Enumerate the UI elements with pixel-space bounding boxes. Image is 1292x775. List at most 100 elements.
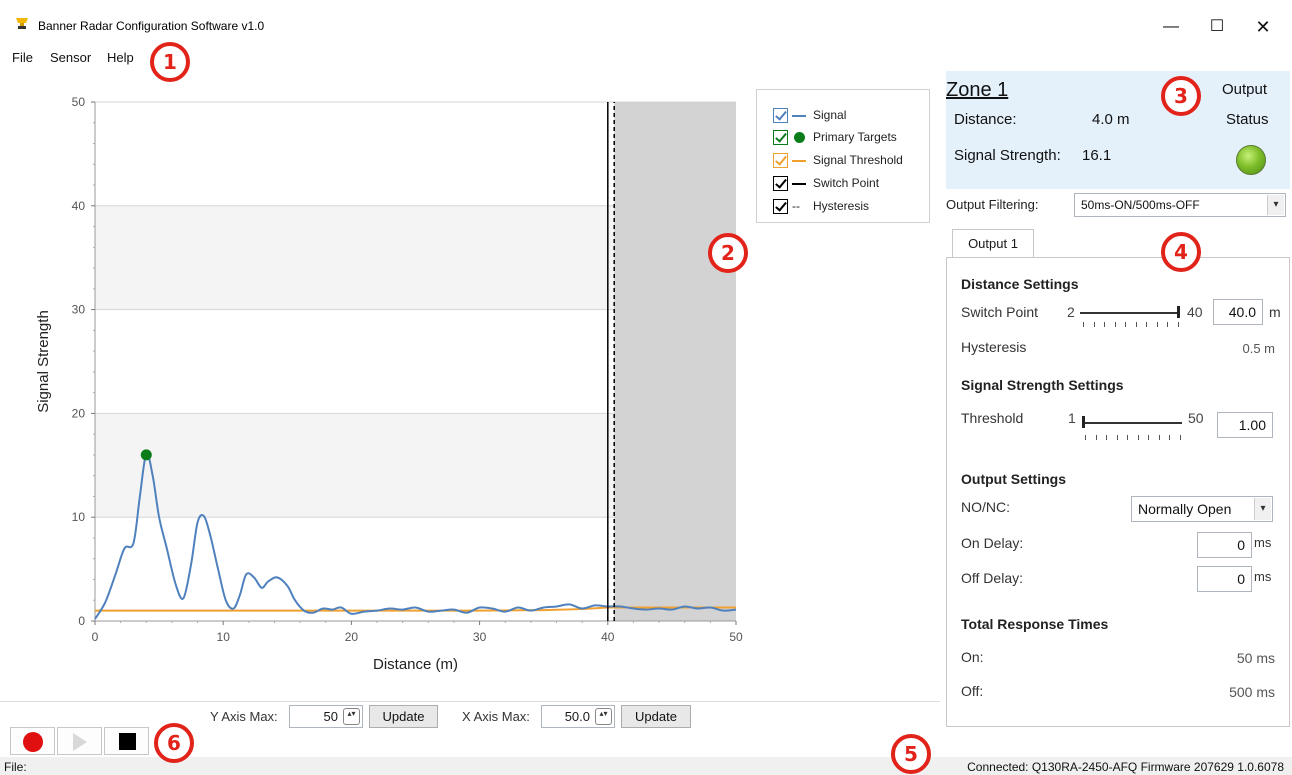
x-axis-label: Distance (m) (373, 656, 458, 673)
switch-point-max: 40 (1187, 304, 1203, 320)
threshold-slider-thumb[interactable] (1082, 416, 1085, 428)
switch-point-ticks (1083, 322, 1179, 327)
legend-hysteresis[interactable]: -- Hysteresis (773, 197, 869, 215)
y-axis-label: Signal Strength (35, 310, 52, 413)
menu-help[interactable]: Help (107, 50, 134, 65)
y-axis-update-button[interactable]: Update (369, 705, 438, 728)
output-filtering-select[interactable]: 50ms-ON/500ms-OFF ▾ (1074, 193, 1286, 217)
menu-file[interactable]: File (12, 50, 33, 65)
output-filtering-row: Output Filtering: 50ms-ON/500ms-OFF ▾ (946, 193, 1290, 219)
play-icon (73, 733, 87, 751)
legend-switch-point[interactable]: Switch Point (773, 174, 879, 192)
status-label: Status (1226, 111, 1269, 128)
legend-signal-swatch (792, 110, 808, 120)
y-tick-label: 20 (72, 406, 86, 420)
chevron-down-icon[interactable]: ▾ (1254, 498, 1271, 520)
slider-tick (1137, 435, 1139, 440)
output-settings-heading: Output Settings (961, 471, 1066, 487)
legend-threshold-checkbox[interactable] (773, 152, 788, 168)
spinner-icon[interactable]: ▴▾ (595, 708, 612, 725)
legend-primary-targets[interactable]: Primary Targets (773, 128, 897, 146)
legend-threshold-label: Signal Threshold (813, 153, 903, 167)
spinner-icon[interactable]: ▴▾ (343, 708, 360, 725)
switch-point-unit: m (1269, 304, 1281, 320)
distance-settings-heading: Distance Settings (961, 276, 1079, 292)
stop-icon (119, 733, 136, 750)
x-axis-update-button[interactable]: Update (621, 705, 691, 728)
slider-tick (1095, 435, 1097, 440)
legend-signal-checkbox[interactable] (773, 107, 788, 123)
record-icon (23, 732, 43, 752)
off-delay-input[interactable]: 0 (1197, 566, 1252, 592)
chevron-down-icon[interactable]: ▾ (1267, 195, 1284, 215)
legend-hysteresis-label: Hysteresis (813, 199, 870, 213)
slider-tick (1093, 322, 1095, 327)
slider-tick (1106, 435, 1107, 440)
record-button[interactable] (10, 727, 55, 755)
switch-point-min: 2 (1067, 304, 1075, 320)
maximize-button[interactable]: ☐ (1194, 12, 1240, 42)
minimize-button[interactable]: — (1148, 12, 1194, 42)
slider-tick (1179, 435, 1181, 440)
y-axis-max-label: Y Axis Max: (210, 709, 278, 724)
response-off-value: 500 ms (1229, 684, 1275, 700)
switch-point-input[interactable]: 40.0 (1213, 299, 1263, 325)
nonc-select[interactable]: Normally Open ▾ (1131, 496, 1273, 522)
switch-point-slider-thumb[interactable] (1177, 306, 1180, 318)
y-axis-max-input[interactable]: 50 ▴▾ (289, 705, 363, 728)
legend-primary-checkbox[interactable] (773, 129, 788, 145)
y-tick-label: 0 (78, 614, 85, 628)
signal-strength-value: 16.1 (1082, 147, 1112, 164)
slider-tick (1156, 322, 1158, 327)
status-bar: File: Connected: Q130RA-2450-AFQ Firmwar… (0, 757, 1292, 775)
threshold-ticks (1085, 435, 1181, 440)
legend-signal-threshold[interactable]: Signal Threshold (773, 151, 903, 169)
slider-tick (1083, 322, 1084, 327)
chart-legend: Signal Primary Targets Signal Threshold … (756, 89, 930, 223)
menu-sensor[interactable]: Sensor (50, 50, 91, 65)
threshold-max: 50 (1188, 410, 1204, 426)
off-delay-unit: ms (1254, 569, 1272, 584)
output-filtering-value: 50ms-ON/500ms-OFF (1081, 198, 1200, 212)
status-file: File: (4, 760, 27, 774)
hysteresis-label: Hysteresis (961, 339, 1027, 355)
legend-signal[interactable]: Signal (773, 106, 846, 124)
x-tick-label: 40 (601, 630, 615, 644)
x-tick-label: 30 (473, 630, 487, 644)
slider-tick (1167, 322, 1168, 327)
legend-hysteresis-swatch: -- (792, 199, 800, 213)
threshold-input[interactable]: 1.00 (1217, 412, 1273, 438)
primary-target-point (140, 449, 152, 461)
callout-6: 6 (154, 723, 194, 763)
off-delay-label: Off Delay: (961, 570, 1023, 586)
output-label: Output (1222, 81, 1268, 98)
callout-5: 5 (891, 734, 931, 774)
slider-tick (1146, 322, 1147, 327)
on-delay-input[interactable]: 0 (1197, 532, 1252, 558)
stop-button[interactable] (104, 727, 149, 755)
callout-3: 3 (1161, 76, 1201, 116)
status-connection: Connected: Q130RA-2450-AFQ Firmware 2076… (967, 760, 1284, 774)
tab-output-1[interactable]: Output 1 (952, 229, 1034, 258)
slider-tick (1169, 435, 1170, 440)
x-axis-max-input[interactable]: 50.0 ▴▾ (541, 705, 615, 728)
slider-tick (1114, 322, 1116, 327)
threshold-slider[interactable] (1082, 422, 1182, 424)
title-bar: Banner Radar Configuration Software v1.0… (0, 0, 1292, 44)
legend-primary-swatch (792, 132, 808, 143)
legend-hysteresis-checkbox[interactable] (773, 198, 788, 214)
slider-tick (1104, 322, 1105, 327)
legend-switch-checkbox[interactable] (773, 175, 788, 191)
output-status-led (1236, 145, 1266, 175)
y-tick-label: 30 (72, 303, 86, 317)
y-axis-max-value: 50 (323, 709, 338, 724)
signal-strength-label: Signal Strength: (954, 147, 1061, 164)
slider-tick (1085, 435, 1086, 440)
switch-point-slider[interactable] (1080, 312, 1180, 314)
play-button[interactable] (57, 727, 102, 755)
legend-primary-label: Primary Targets (813, 130, 897, 144)
slider-tick (1158, 435, 1160, 440)
x-tick-label: 10 (217, 630, 231, 644)
x-tick-label: 50 (729, 630, 743, 644)
close-button[interactable]: ✕ (1240, 12, 1286, 42)
